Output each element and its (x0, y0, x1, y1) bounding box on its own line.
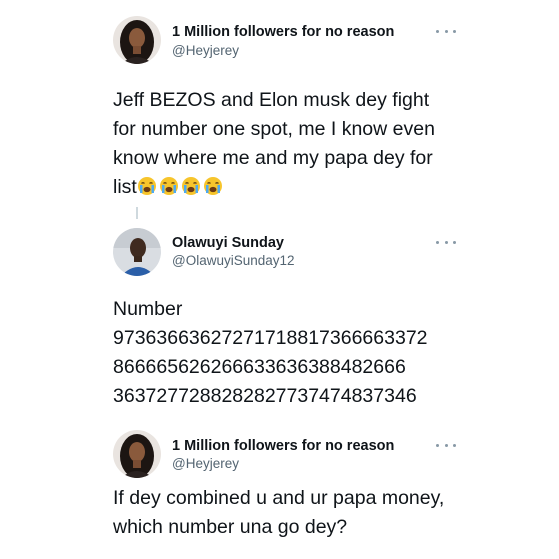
avatar[interactable] (113, 228, 161, 276)
tweet-text: Jeff BEZOS and Elon musk dey fight for n… (113, 86, 533, 202)
tweet-1[interactable]: 1 Million followers for no reason @Heyje… (0, 0, 559, 225)
author-handle[interactable]: @OlawuyiSunday12 (172, 253, 295, 268)
emoji-row (137, 176, 225, 198)
tweet-2[interactable]: Olawuyi Sunday @OlawuyiSunday12 Number 9… (0, 225, 559, 420)
author-handle[interactable]: @Heyjerey (172, 456, 239, 471)
loudly-crying-face-emoji-icon (137, 176, 157, 196)
avatar-photo (113, 16, 161, 64)
author-name[interactable]: 1 Million followers for no reason (172, 438, 394, 454)
loudly-crying-face-emoji-icon (203, 176, 223, 196)
more-options-icon[interactable] (436, 442, 456, 448)
tweet-text: Number 97363663627271718817366663372 866… (113, 298, 428, 407)
loudly-crying-face-emoji-icon (159, 176, 179, 196)
tweet-3[interactable]: 1 Million followers for no reason @Heyje… (0, 420, 559, 559)
thread-connector (136, 207, 138, 219)
more-options-icon[interactable] (436, 28, 456, 34)
avatar[interactable] (113, 16, 161, 64)
author-name[interactable]: Olawuyi Sunday (172, 235, 284, 251)
author-name[interactable]: 1 Million followers for no reason (172, 24, 394, 40)
loudly-crying-face-emoji-icon (181, 176, 201, 196)
avatar-photo (113, 430, 161, 478)
more-options-icon[interactable] (436, 239, 456, 245)
author-handle[interactable]: @Heyjerey (172, 43, 239, 58)
avatar-photo (113, 228, 161, 276)
tweet-text: If dey combined u and ur papa money, whi… (113, 487, 445, 538)
avatar[interactable] (113, 430, 161, 478)
